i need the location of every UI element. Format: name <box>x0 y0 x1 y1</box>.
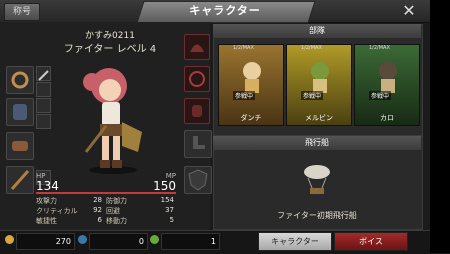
level-tag: 1/2/MAX <box>301 45 322 51</box>
ring-icon <box>11 71 29 89</box>
gloves-slot[interactable] <box>184 98 210 124</box>
hero-portrait <box>311 62 329 93</box>
level-tag: 1/2/MAX <box>233 45 254 51</box>
mp-value: 150 <box>153 179 176 193</box>
stat-value: 92 <box>93 206 102 214</box>
skill-slot-3[interactable] <box>36 98 51 113</box>
stat-label: 敏捷性 <box>36 217 57 225</box>
character-class-level: ファイター レベル 4 <box>63 44 157 55</box>
stat-label: 攻撃力 <box>36 197 57 205</box>
tab-voice[interactable]: ボイス <box>334 232 408 251</box>
stat-value: 5 <box>169 216 174 224</box>
page-title: キャラクター <box>189 4 261 17</box>
hero-portrait <box>379 62 397 93</box>
necklace-slot[interactable] <box>184 66 210 92</box>
party-title: 部隊 <box>213 24 421 38</box>
party-card-danchi[interactable]: 1/2/MAX 参戦中 ダンチ <box>218 44 284 126</box>
weapon-slot[interactable] <box>6 166 34 194</box>
hp-value: 134 <box>36 179 59 193</box>
skill-slot-2[interactable] <box>36 82 51 97</box>
party-card-karo[interactable]: 1/2/MAX 参戦中 カロ <box>354 44 420 126</box>
stat-value: 154 <box>160 196 174 204</box>
gem-icon <box>78 235 87 244</box>
hp-bar <box>36 192 176 194</box>
stat-value: 28 <box>93 196 102 204</box>
tab-character[interactable]: キャラクター <box>258 232 332 251</box>
helmet-slot[interactable] <box>184 34 210 60</box>
bracer-slot[interactable] <box>6 132 34 160</box>
character-avatar <box>83 68 142 174</box>
gold-amount: 270 <box>16 233 75 250</box>
hero-name: ダンチ <box>240 114 262 122</box>
level-tag: 1/2/MAX <box>369 45 390 51</box>
stat-label: 移動力 <box>106 217 127 225</box>
stat-value: 37 <box>165 206 174 214</box>
armor-icon <box>13 104 27 120</box>
weapon-icon <box>10 170 30 190</box>
airship-title: 飛行船 <box>213 136 421 150</box>
close-icon[interactable]: ✕ <box>400 2 418 20</box>
hero-name: カロ <box>380 114 394 122</box>
gem-amount: 0 <box>89 233 148 250</box>
helmet-icon <box>190 44 204 52</box>
rank-button[interactable]: 称号 <box>4 3 40 21</box>
skill-slot-1[interactable] <box>36 66 51 81</box>
hero-portrait <box>243 62 261 93</box>
stat-label: 回避 <box>106 207 120 215</box>
stat-label: 防御力 <box>106 197 127 205</box>
sword-icon <box>38 70 49 81</box>
stat-label: クリティカル <box>36 207 78 215</box>
airship-icon <box>304 165 330 194</box>
gloves-icon <box>192 105 202 117</box>
armor-slot[interactable] <box>6 98 34 126</box>
skill-slot-4[interactable] <box>36 114 51 129</box>
status-badge: 参戦中 <box>301 91 324 100</box>
status-badge: 参戦中 <box>369 91 392 100</box>
point-amount: 1 <box>161 233 220 250</box>
hero-name: メルビン <box>305 114 333 122</box>
point-icon <box>150 235 159 244</box>
ring-slot[interactable] <box>6 66 34 94</box>
shield-slot[interactable] <box>184 166 212 194</box>
stat-value: 6 <box>97 216 102 224</box>
party-card-melvin[interactable]: 1/2/MAX 参戦中 メルビン <box>286 44 352 126</box>
shield-icon <box>188 169 208 191</box>
boots-icon <box>193 136 205 149</box>
necklace-icon <box>189 71 205 87</box>
bracer-icon <box>12 141 28 151</box>
airship-name: ファイター初期飛行船 <box>277 211 357 220</box>
status-badge: 参戦中 <box>233 91 256 100</box>
screen-edge <box>430 0 450 253</box>
boots-slot[interactable] <box>184 130 212 158</box>
gold-icon <box>5 235 14 244</box>
